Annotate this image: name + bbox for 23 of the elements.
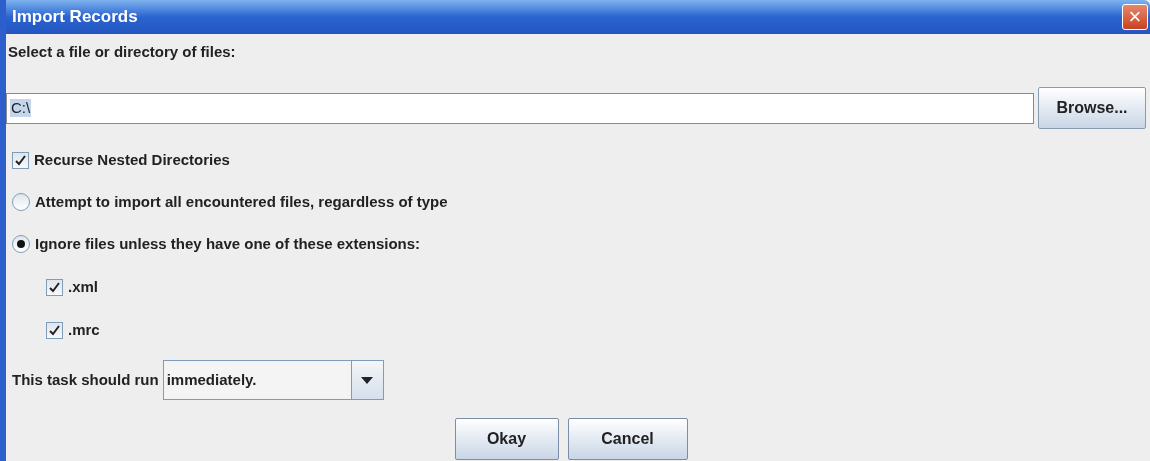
check-icon — [15, 154, 26, 166]
dialog-button[interactable]: Okay — [454, 418, 559, 460]
path-field[interactable]: C:\ — [6, 92, 1034, 124]
schedule-dropdown[interactable]: immediately. — [162, 360, 384, 400]
checkbox[interactable] — [12, 151, 29, 169]
checkbox[interactable] — [46, 321, 63, 339]
check-icon — [49, 281, 60, 293]
radio-label: Attempt to import all encountered files, regardless of type — [35, 193, 448, 211]
schedule-label: This task should run — [12, 371, 159, 389]
radio-label: Ignore files unless they have one of these extensions: — [35, 235, 421, 253]
checkbox-label: .xml — [68, 278, 98, 296]
close-button[interactable]: × — [1122, 4, 1148, 30]
check-icon — [49, 324, 60, 336]
window-title: Import Records — [11, 6, 138, 29]
radio-button[interactable] — [12, 193, 30, 211]
browse-button[interactable]: Browse... — [1038, 87, 1146, 129]
checkbox-label: Recurse Nested Directories — [34, 151, 230, 169]
radio-button[interactable] — [12, 235, 30, 253]
dialog-button[interactable]: Cancel — [567, 418, 688, 460]
checkbox[interactable] — [46, 278, 63, 296]
dropdown-arrow-icon — [361, 376, 374, 384]
field-label: Select a file or directory of files: — [8, 43, 237, 61]
checkbox-label: .mrc — [68, 321, 100, 339]
